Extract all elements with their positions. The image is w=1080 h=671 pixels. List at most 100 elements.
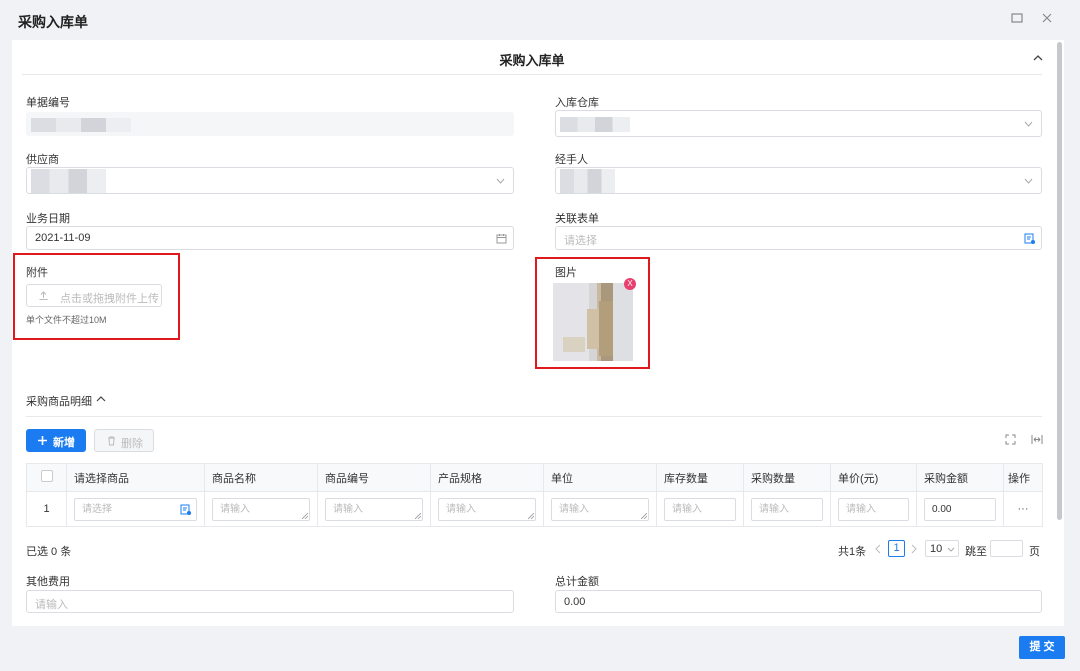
handler-label: 经手人 [555,154,588,166]
resize-handle-icon[interactable] [415,512,421,519]
column-header: 采购数量 [743,463,831,492]
column-header: 请选择商品 [66,463,205,492]
unit-cell: 请输入 [543,491,657,527]
other-fees-placeholder: 请输入 [35,599,68,611]
unit-placeholder: 请输入 [559,503,589,515]
qty-cell: 请输入 [743,491,831,527]
price-input[interactable]: 请输入 [838,497,909,521]
column-header: 单价(元) [830,463,917,492]
select-all-cell[interactable] [26,463,67,492]
related-doc-label: 关联表单 [555,213,599,225]
related-doc-select[interactable]: 请选择 [555,226,1042,250]
code-placeholder: 请输入 [333,503,363,515]
column-header: 操作 [1003,463,1043,492]
total-amount-label: 总计金额 [555,576,599,588]
page-size-value: 10 [930,543,943,555]
window-title: 采购入库单 [18,14,88,30]
chevron-up-icon[interactable] [1032,52,1044,64]
product-select[interactable]: 请选择 [74,497,197,521]
blurred-value [560,169,615,193]
select-form-icon[interactable] [1024,233,1035,244]
warehouse-label: 入库仓库 [555,97,599,109]
close-icon[interactable] [1039,11,1055,27]
spec-cell: 请输入 [430,491,544,527]
selected-count: 已选 0 条 [26,546,72,558]
jump-input[interactable] [990,540,1023,557]
column-width-icon[interactable] [1031,434,1043,445]
title-bar: 采购入库单 [0,0,1080,40]
supplier-select[interactable] [26,167,514,194]
unit-input[interactable]: 请输入 [551,497,649,521]
code-cell: 请输入 [317,491,431,527]
more-actions-icon[interactable]: ··· [1003,491,1043,527]
other-fees-input[interactable]: 请输入 [26,590,514,613]
plus-icon [38,436,47,445]
doc-no-field [26,112,514,136]
name-cell: 请输入 [204,491,318,527]
select-all-checkbox[interactable] [40,470,53,482]
add-row-button[interactable]: 新增 [26,429,86,452]
page-1-button[interactable]: 1 [888,540,905,557]
column-header: 采购金额 [916,463,1004,492]
total-amount-value: 0.00 [564,596,586,608]
stock-input[interactable]: 请输入 [664,497,736,521]
maximize-icon[interactable] [1009,11,1025,27]
price-cell: 请输入 [830,491,917,527]
resize-handle-icon[interactable] [528,512,534,519]
resize-handle-icon[interactable] [641,512,647,519]
delete-row-button[interactable]: 删除 [94,429,154,452]
other-fees-label: 其他费用 [26,576,70,588]
blurred-value [31,169,106,193]
form-card: 采购入库单 单据编号 入库仓库 供应商 经手人 业务日期 2021-11-09 … [12,40,1064,626]
column-header: 产品规格 [430,463,544,492]
biz-date-picker[interactable]: 2021-11-09 [26,226,514,250]
chevron-down-icon [1024,178,1033,184]
handler-select[interactable] [555,167,1042,194]
spec-input[interactable]: 请输入 [438,497,536,521]
biz-date-label: 业务日期 [26,213,70,225]
resize-handle-icon[interactable] [302,512,308,519]
detail-table: 请选择商品 商品名称 商品编号 产品规格 单位 库存数量 采购数量 单价(元) … [26,463,1043,527]
name-placeholder: 请输入 [220,503,250,515]
divider [22,74,1042,75]
warehouse-select[interactable] [555,110,1042,137]
qty-input[interactable]: 请输入 [751,497,823,521]
add-row-label: 新增 [53,437,75,449]
table-row: 1 请选择 请输入 请输入 请输入 请输入 请输入 请输入 请输入 0.00 ·… [26,491,1043,527]
remove-image-icon[interactable]: X [624,278,636,290]
fullscreen-icon[interactable] [1005,434,1016,445]
attachment-hint: 单个文件不超过10M [26,315,107,325]
section-title: 采购入库单 [499,53,565,68]
chevron-up-icon[interactable] [96,395,106,403]
upload-button[interactable]: 点击或拖拽附件上传 [26,284,162,307]
column-header: 商品名称 [204,463,318,492]
stock-cell: 请输入 [656,491,744,527]
chevron-down-icon [496,178,505,184]
chevron-left-icon[interactable] [875,544,882,554]
page-size-select[interactable]: 10 [925,540,959,557]
divider [26,416,1042,417]
column-header: 商品编号 [317,463,431,492]
select-product-icon[interactable] [180,504,191,515]
scrollbar[interactable] [1057,42,1062,520]
chevron-right-icon[interactable] [910,544,917,554]
blurred-value [560,117,630,132]
qty-placeholder: 请输入 [759,503,789,515]
total-amount-field[interactable]: 0.00 [555,590,1042,613]
related-doc-placeholder: 请选择 [564,235,597,247]
chevron-down-icon [947,547,955,552]
jump-label: 跳至 [965,546,987,558]
name-input[interactable]: 请输入 [212,497,310,521]
table-header-row: 请选择商品 商品名称 商品编号 产品规格 单位 库存数量 采购数量 单价(元) … [26,463,1043,492]
column-header: 单位 [543,463,657,492]
column-header: 库存数量 [656,463,744,492]
detail-title: 采购商品明细 [26,396,92,408]
code-input[interactable]: 请输入 [325,497,423,521]
blurred-value [31,118,131,132]
submit-button[interactable]: 提 交 [1019,636,1065,659]
page-unit-label: 页 [1029,546,1040,558]
amount-input[interactable]: 0.00 [924,497,996,521]
image-thumbnail[interactable] [553,283,633,361]
row-index: 1 [26,491,67,527]
supplier-label: 供应商 [26,154,59,166]
